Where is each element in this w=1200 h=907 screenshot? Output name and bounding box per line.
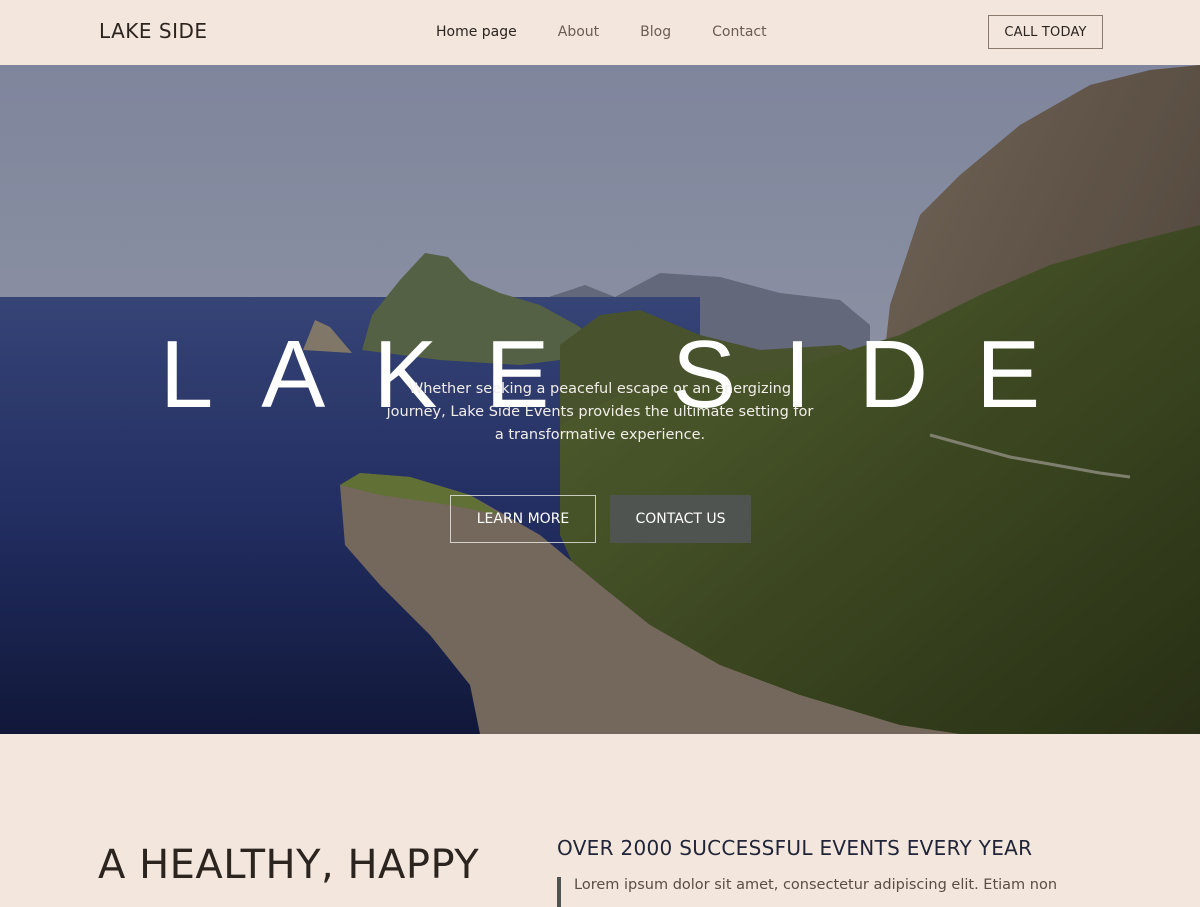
- hero-section: LAKE SIDE Whether seeking a peaceful esc…: [0, 65, 1200, 734]
- call-today-button[interactable]: CALL TODAY: [988, 15, 1103, 49]
- learn-more-button[interactable]: LEARN MORE: [450, 495, 596, 543]
- nav-item-blog[interactable]: Blog: [640, 24, 671, 40]
- hero-subtitle: Whether seeking a peaceful escape or an …: [386, 381, 814, 443]
- nav-item-home[interactable]: Home page: [436, 24, 517, 40]
- site-logo[interactable]: LAKE SIDE: [99, 19, 208, 43]
- site-header: LAKE SIDE Home page About Blog Contact C…: [0, 0, 1200, 65]
- nav-item-contact[interactable]: Contact: [712, 24, 766, 40]
- nav-item-about[interactable]: About: [558, 24, 599, 40]
- quote-text: Lorem ipsum dolor sit amet, consectetur …: [557, 877, 1057, 907]
- section-heading: A HEALTHY, HAPPY: [98, 842, 480, 888]
- main-nav: Home page About Blog Contact: [436, 24, 808, 40]
- contact-us-button[interactable]: CONTACT US: [610, 495, 751, 543]
- stat-heading: OVER 2000 SUCCESSFUL EVENTS EVERY YEAR: [557, 836, 1033, 860]
- intro-section: A HEALTHY, HAPPY OVER 2000 SUCCESSFUL EV…: [0, 734, 1200, 907]
